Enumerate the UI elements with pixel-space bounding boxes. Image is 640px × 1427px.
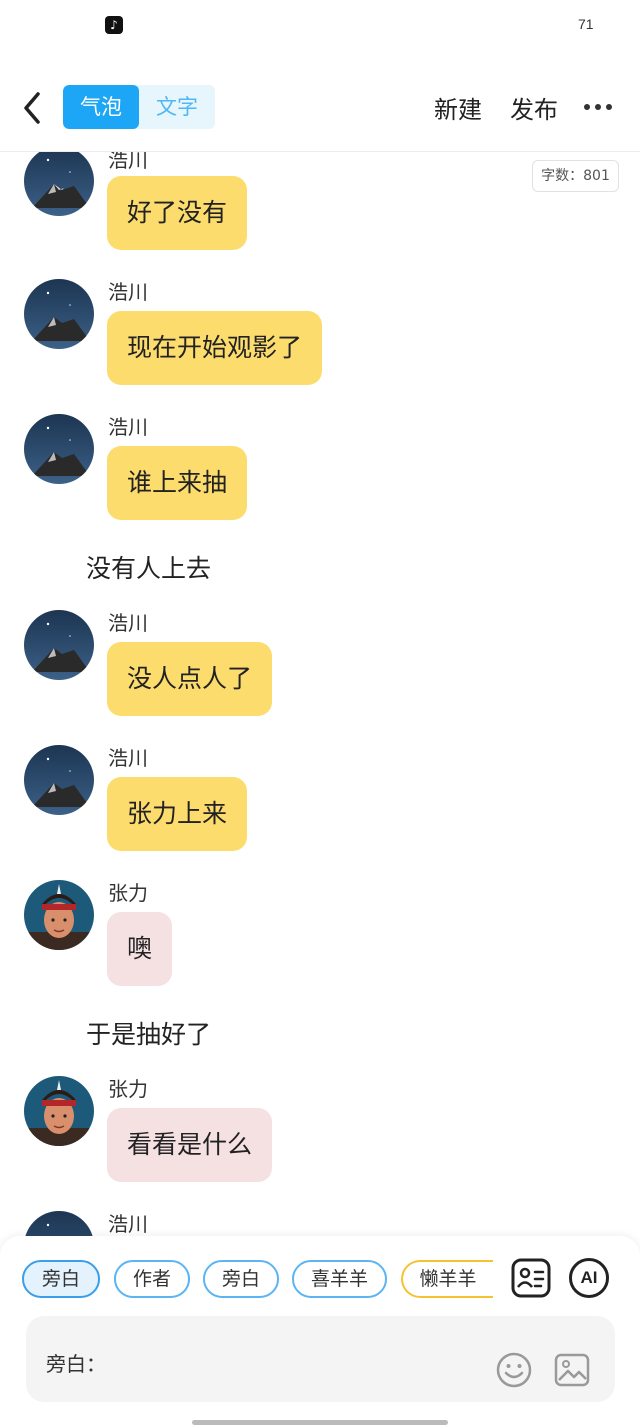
message-bubble[interactable]: 噢 xyxy=(107,912,173,986)
avatar-zhangli[interactable] xyxy=(24,1076,94,1146)
new-button[interactable]: 新建 xyxy=(434,90,482,125)
chevron-left-icon[interactable] xyxy=(18,88,48,128)
battery-level: 71 xyxy=(578,16,594,32)
message-bubble[interactable]: 看看是什么 xyxy=(107,1108,273,1182)
avatar-haochuan[interactable] xyxy=(24,610,94,680)
image-icon[interactable] xyxy=(554,1352,590,1388)
message-bubble[interactable]: 张力上来 xyxy=(107,777,248,851)
avatar-zhangli[interactable] xyxy=(24,880,94,950)
avatar-haochuan[interactable] xyxy=(24,152,94,216)
speaker-name: 浩川 xyxy=(108,280,148,304)
role-chip-lanyangyang[interactable]: 懒羊羊 xyxy=(401,1260,493,1298)
message-bubble[interactable]: 现在开始观影了 xyxy=(107,311,323,385)
top-nav-bar: 气泡 文字 新建 发布 xyxy=(0,62,640,152)
speaker-name: 浩川 xyxy=(108,746,148,770)
message-bubble[interactable]: 谁上来抽 xyxy=(107,446,248,520)
speaker-name: 张力 xyxy=(108,1077,148,1101)
message-input[interactable]: 旁白： xyxy=(26,1316,615,1402)
avatar-haochuan[interactable] xyxy=(24,1211,94,1236)
ai-icon[interactable]: AI xyxy=(569,1258,609,1298)
role-chip-author[interactable]: 作者 xyxy=(114,1260,190,1298)
narration-text[interactable]: 没有人上去 xyxy=(86,549,211,585)
speaker-name: 浩川 xyxy=(108,1212,148,1236)
role-chip-xiyangyang[interactable]: 喜羊羊 xyxy=(292,1260,387,1298)
speaker-name: 浩川 xyxy=(108,611,148,635)
tab-text[interactable]: 文字 xyxy=(139,85,215,129)
input-role-label: 旁白： xyxy=(46,1352,106,1376)
avatar-haochuan[interactable] xyxy=(24,745,94,815)
tab-bubble[interactable]: 气泡 xyxy=(63,85,139,129)
emoji-icon[interactable] xyxy=(496,1352,532,1388)
tiktok-icon: ♪ xyxy=(105,16,123,34)
avatar-haochuan[interactable] xyxy=(24,414,94,484)
word-count-badge: 字数：801 xyxy=(532,160,619,192)
home-indicator xyxy=(192,1420,448,1425)
composer-panel: 旁白 作者 旁白 喜羊羊 懒羊羊 AI 旁白： xyxy=(0,1236,640,1427)
narration-text[interactable]: 于是抽好了 xyxy=(86,1015,211,1051)
publish-button[interactable]: 发布 xyxy=(510,90,558,125)
mode-toggle: 气泡 文字 xyxy=(63,85,215,129)
chat-area[interactable]: 字数：801 浩川 好了没有 浩川 现在开始观影了 浩川 谁上来抽 没有人上去 … xyxy=(0,152,640,1236)
contact-card-icon[interactable] xyxy=(511,1258,551,1298)
role-chip-narrator[interactable]: 旁白 xyxy=(22,1260,100,1298)
speaker-name: 张力 xyxy=(108,881,148,905)
role-chip-narrator[interactable]: 旁白 xyxy=(203,1260,279,1298)
more-horizontal-icon[interactable] xyxy=(584,104,614,112)
speaker-name: 浩川 xyxy=(108,152,148,172)
speaker-name: 浩川 xyxy=(108,415,148,439)
status-bar: ♪ 71 xyxy=(0,0,640,52)
avatar-haochuan[interactable] xyxy=(24,279,94,349)
message-bubble[interactable]: 没人点人了 xyxy=(107,642,273,716)
message-bubble[interactable]: 好了没有 xyxy=(107,176,248,250)
